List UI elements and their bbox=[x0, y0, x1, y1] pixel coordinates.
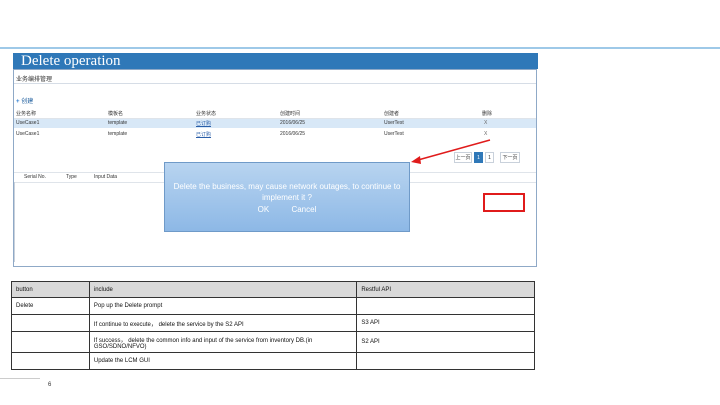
table-row: If continue to execute， delete the servi… bbox=[11, 314, 535, 332]
cancel-button[interactable]: Cancel bbox=[291, 205, 316, 214]
ok-button[interactable]: OK bbox=[258, 205, 270, 214]
header-include: include bbox=[88, 281, 358, 298]
cell-include: Update the LCM GUI bbox=[88, 352, 358, 370]
cell-button: Delete bbox=[11, 297, 90, 315]
table-header-row: button include Restful API bbox=[11, 281, 535, 298]
header-button: button bbox=[11, 281, 90, 298]
delete-confirm-dialog: Delete the business, may cause network o… bbox=[164, 162, 410, 232]
cell-button bbox=[11, 314, 90, 332]
cell-include: If continue to execute， delete the servi… bbox=[88, 314, 358, 332]
cell-include: If success， delete the common info and i… bbox=[88, 331, 358, 353]
footer-line bbox=[0, 378, 40, 379]
cell-api bbox=[356, 352, 535, 370]
operation-table: button include Restful API Delete Pop up… bbox=[11, 281, 535, 370]
cell-api: S3 API bbox=[356, 314, 535, 332]
cell-api bbox=[356, 297, 535, 315]
cell-api: S2 API bbox=[356, 331, 535, 353]
cell-button bbox=[11, 331, 90, 353]
table-row: Delete Pop up the Delete prompt bbox=[11, 297, 535, 315]
dialog-message: Delete the business, may cause network o… bbox=[173, 182, 401, 202]
table-row: Update the LCM GUI bbox=[11, 352, 535, 370]
cell-include: Pop up the Delete prompt bbox=[88, 297, 358, 315]
page-number: 6 bbox=[48, 382, 52, 388]
header-api: Restful API bbox=[356, 281, 535, 298]
cell-button bbox=[11, 352, 90, 370]
table-row: If success， delete the common info and i… bbox=[11, 331, 535, 353]
